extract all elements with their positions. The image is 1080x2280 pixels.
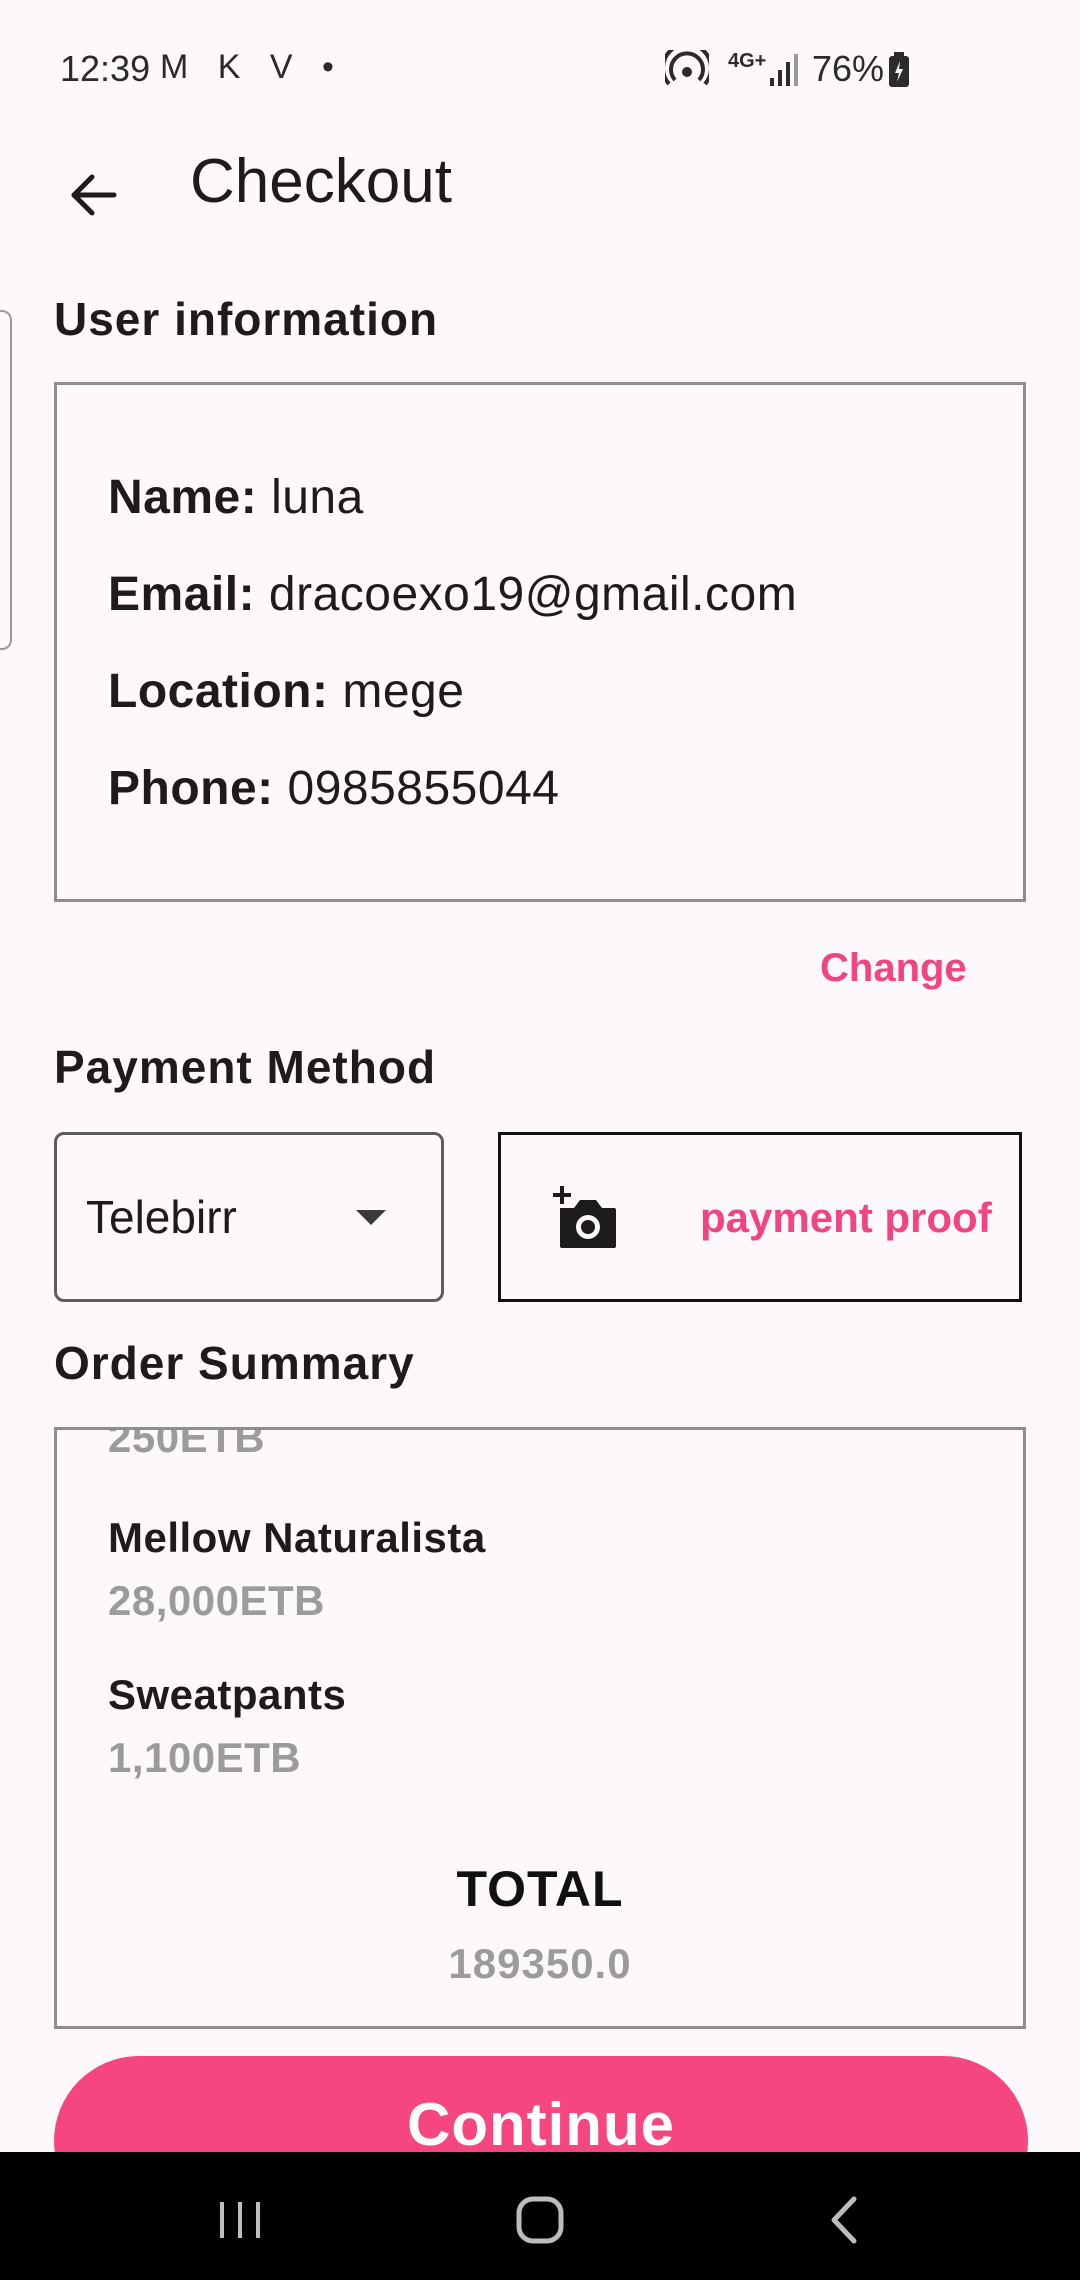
name-value: luna bbox=[271, 471, 364, 524]
total-label: TOTAL bbox=[456, 1861, 624, 1917]
page-title: Checkout bbox=[190, 147, 452, 216]
hotspot-icon bbox=[661, 42, 713, 95]
location-row: Location: mege bbox=[108, 664, 464, 719]
recent-apps-icon bbox=[220, 2202, 260, 2238]
item-price: 1,100ETB bbox=[108, 1734, 302, 1781]
add-photo-icon bbox=[552, 1184, 620, 1252]
change-button[interactable]: Change bbox=[820, 946, 967, 991]
payment-method-value: Telebirr bbox=[86, 1191, 237, 1243]
name-row: Name: luna bbox=[108, 470, 364, 525]
location-value: mege bbox=[342, 665, 465, 718]
drawer-edge bbox=[0, 310, 12, 650]
email-label: Email: bbox=[108, 568, 256, 621]
chevron-left-icon bbox=[831, 2196, 857, 2244]
payment-method-title: Payment Method bbox=[54, 1041, 437, 1093]
continue-label: Continue bbox=[407, 2091, 675, 2158]
email-value: dracoexo19@gmail.com bbox=[268, 568, 798, 621]
user-info-card bbox=[54, 382, 1026, 902]
item-name: Mellow Naturalista bbox=[108, 1514, 486, 1561]
order-summary-title: Order Summary bbox=[54, 1337, 415, 1389]
total-value: 189350.0 bbox=[448, 1940, 632, 1987]
phone-row: Phone: 0985855044 bbox=[108, 761, 559, 816]
signal-icon bbox=[770, 54, 798, 91]
system-back-button[interactable] bbox=[784, 2185, 904, 2255]
name-label: Name: bbox=[108, 471, 258, 524]
home-icon bbox=[516, 2196, 564, 2244]
item-price: 28,000ETB bbox=[108, 1577, 325, 1624]
arrow-back-icon bbox=[71, 174, 117, 216]
back-button[interactable] bbox=[48, 150, 138, 240]
email-row: Email: dracoexo19@gmail.com bbox=[108, 567, 797, 622]
home-button[interactable] bbox=[480, 2185, 600, 2255]
user-info-title: User information bbox=[54, 293, 439, 345]
network-type: 4G+ bbox=[728, 50, 767, 72]
phone-label: Phone: bbox=[108, 762, 274, 815]
dropdown-arrow-icon bbox=[356, 1210, 386, 1225]
payment-proof-label: payment proof bbox=[700, 1194, 992, 1241]
location-label: Location: bbox=[108, 665, 329, 718]
notification-icons: M K V • bbox=[160, 48, 344, 86]
item-price: 250ETB bbox=[108, 1414, 266, 1461]
battery-percent: 76% bbox=[812, 48, 885, 89]
item-name: Sweatpants bbox=[108, 1671, 347, 1718]
recent-apps-button[interactable] bbox=[180, 2185, 300, 2255]
battery-icon bbox=[888, 52, 910, 93]
status-time: 12:39 bbox=[60, 48, 151, 89]
phone-value: 0985855044 bbox=[287, 762, 560, 815]
